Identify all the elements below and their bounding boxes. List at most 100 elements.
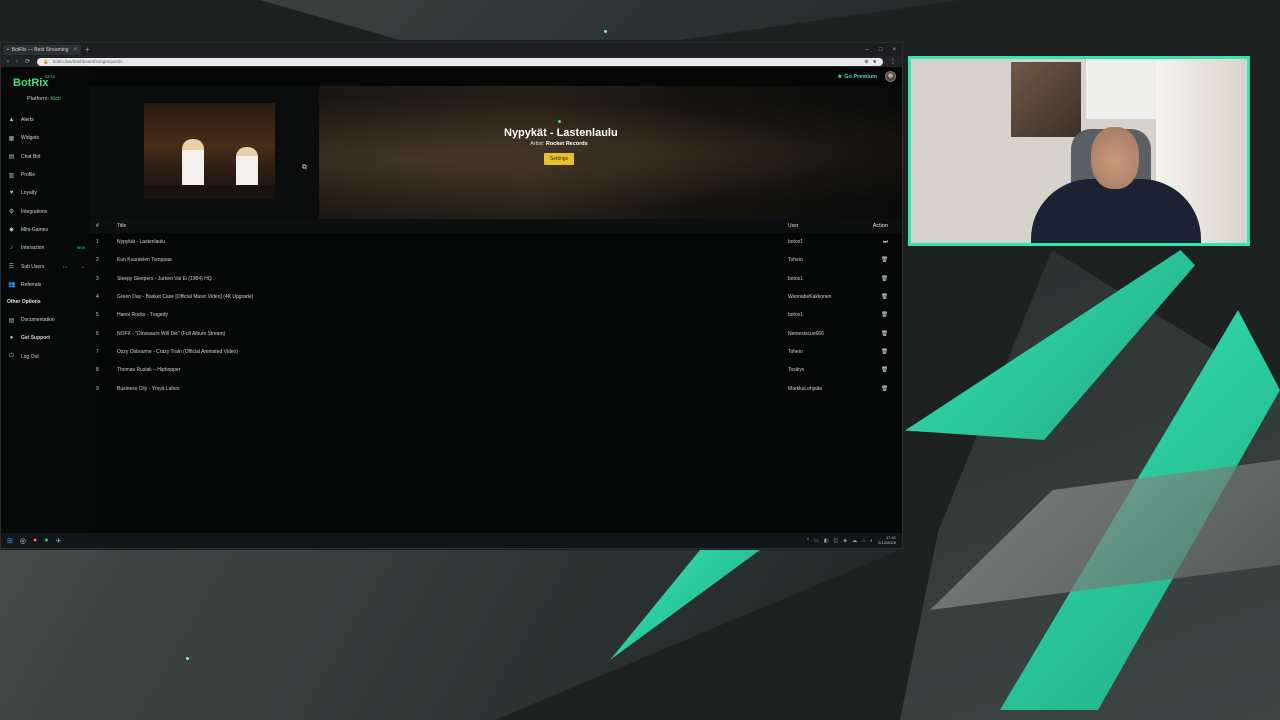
system-tray: ^ ▭ ◧ ◫ ◈ ☁ ⌂ ◐ 17:41 2/13/2025: [807, 535, 896, 545]
heart-icon: ♥: [9, 190, 14, 197]
trash-icon[interactable]: 🗑: [866, 312, 902, 318]
sidebar-item-label: Documentation: [21, 317, 55, 324]
list-icon: ☰: [8, 264, 15, 271]
trash-icon[interactable]: 🗑: [866, 349, 902, 355]
row-num: 6: [96, 330, 99, 337]
brand-logo[interactable]: BotRix: [13, 77, 48, 89]
minimize-button[interactable]: –: [866, 47, 869, 53]
new-tab-button[interactable]: +: [85, 45, 90, 54]
row-user: botox1: [788, 239, 804, 246]
trash-icon[interactable]: 🗑: [866, 257, 902, 263]
trash-icon[interactable]: 🗑: [866, 294, 902, 300]
trash-icon[interactable]: 🗑: [866, 367, 902, 373]
settings-button[interactable]: Settings: [543, 153, 575, 165]
tray-app-icon[interactable]: ◧: [824, 538, 829, 544]
install-icon[interactable]: ⊕: [864, 59, 868, 65]
steam-icon[interactable]: ◎: [20, 537, 26, 545]
trash-icon[interactable]: 🗑: [866, 386, 902, 392]
video-player[interactable]: ⧉: [89, 86, 319, 219]
table-row: 4 Green Day - Basket Case [Official Music…: [89, 288, 902, 306]
sidebar-item-label: Interaction: [21, 245, 45, 252]
browser-window: ▪ BotRix — Best Streaming × + – □ × ‹ › …: [0, 42, 903, 549]
avatar[interactable]: [885, 71, 896, 82]
sidebar-item-interaction[interactable]: ♪ Interaction NEW: [1, 239, 89, 257]
sidebar-item-referrals[interactable]: 👥 Referrals: [1, 276, 89, 294]
volume-icon[interactable]: ◐: [870, 538, 873, 544]
row-user: Toheio: [788, 257, 803, 264]
sidebar-item-get-support[interactable]: ● Get Support: [1, 329, 89, 347]
maximize-button[interactable]: □: [879, 47, 883, 53]
row-num: 7: [96, 348, 99, 355]
sidebar-item-mini-games[interactable]: ◆ Mini-Games: [1, 221, 89, 239]
network-icon[interactable]: ⌂: [862, 538, 865, 544]
trash-icon[interactable]: 🗑: [866, 331, 902, 337]
address-bar: ‹ › ⟳ 🔒 botrix.live/dashboard/songreques…: [1, 56, 902, 67]
cloud-icon[interactable]: ☁: [852, 538, 857, 544]
header-user: User: [788, 223, 799, 229]
reload-icon[interactable]: ⟳: [25, 58, 30, 65]
sidebar-item-label: Mini-Games: [21, 226, 48, 233]
now-playing-info: Nypykät - Lastenlaulu Artist: Rocket Rec…: [504, 120, 618, 165]
header-action: Action: [872, 223, 888, 229]
chevron-down-icon[interactable]: ⌄: [81, 264, 85, 270]
table-row: 8 Thomas Rusiak – Hiphopper Tosikyx 🗑: [89, 361, 902, 379]
sidebar-item-label: Widgets: [21, 135, 40, 142]
back-icon[interactable]: ‹: [7, 59, 9, 65]
telegram-icon[interactable]: ✈: [55, 537, 61, 545]
tray-overflow-icon[interactable]: ^: [807, 538, 809, 544]
platform-value: Kick: [50, 96, 61, 102]
profile-icon: ▥: [8, 172, 15, 179]
forward-icon[interactable]: ›: [16, 59, 18, 65]
sidebar-item-chat-bot[interactable]: ▤ Chat Bot: [1, 148, 89, 166]
sidebar-item-label: Get Support: [21, 335, 50, 342]
tray-app-icon[interactable]: ◈: [843, 538, 847, 544]
header-title: Title: [117, 223, 127, 229]
close-window-button[interactable]: ×: [892, 47, 896, 53]
sidebar-item-loyalty[interactable]: ♥ Loyalty: [1, 184, 89, 202]
sidebar-item-log-out[interactable]: ⏻ Log Out: [1, 348, 89, 366]
bg-dot: [186, 657, 189, 660]
sidebar-item-sub-users[interactable]: ☰ Sub Users • • ⌄: [1, 257, 89, 275]
close-tab-icon[interactable]: ×: [73, 47, 77, 53]
sidebar-item-alerts[interactable]: ▲ Alerts: [1, 111, 89, 129]
document-icon: ▤: [8, 317, 15, 324]
sidebar-item-integrations[interactable]: ⚙ Integrations: [1, 202, 89, 220]
clock[interactable]: 17:41 2/13/2025: [878, 535, 896, 545]
alert-icon: ▲: [8, 117, 15, 124]
tray-app-icon[interactable]: ◫: [834, 538, 839, 544]
new-badge: NEW: [76, 246, 85, 251]
sidebar: BotRix BETA Platform: Kick ▲ Alerts ▦ Widg…: [1, 67, 89, 539]
streamer-head: [1091, 127, 1139, 189]
song-artist: Artist: Rocket Records: [504, 141, 614, 147]
trash-icon[interactable]: 🗑: [866, 276, 902, 282]
skip-icon[interactable]: ⏭: [866, 239, 902, 246]
row-num: 4: [96, 294, 99, 301]
bg-shard: [260, 0, 960, 40]
video-frame[interactable]: [144, 103, 275, 199]
tray-app-icon[interactable]: ▭: [814, 538, 819, 544]
row-num: 1: [96, 239, 99, 246]
sidebar-item-profile[interactable]: ▥ Profile: [1, 166, 89, 184]
go-premium-button[interactable]: ★ Go Premium: [837, 74, 877, 80]
song-queue-table: # Title User Action 1 Nypykät - Lastenlau…: [89, 219, 902, 398]
beta-badge: BETA: [45, 74, 56, 79]
now-playing-hero: ⧉ Nypykät - Lastenlaulu Artist: Rocket R…: [89, 86, 902, 219]
extensions-icon[interactable]: ⋮: [890, 58, 896, 65]
start-icon[interactable]: ⊞: [7, 537, 13, 545]
os-taskbar: ⊞ ◎ ● ● ✈ ^ ▭ ◧ ◫ ◈ ☁ ⌂ ◐ 17:41 2/13/202…: [1, 533, 902, 548]
bookmark-icon[interactable]: ★: [873, 59, 877, 65]
spotify-icon[interactable]: ●: [44, 537, 48, 544]
row-title: Sleepy Sleepers - Jurkeo Vai Ei (1984) H…: [117, 275, 212, 282]
streamer-body: [1031, 179, 1201, 243]
url-field[interactable]: 🔒 botrix.live/dashboard/songrequests ⊕ ★: [37, 57, 883, 66]
browser-icon[interactable]: ●: [33, 537, 37, 544]
picture-in-picture-icon[interactable]: ⧉: [302, 164, 307, 172]
sidebar-item-label: Chat Bot: [21, 153, 41, 160]
row-title: NOFX - "Dinosaurs Will Die" (Full Album …: [117, 330, 226, 337]
sidebar-item-widgets[interactable]: ▦ Widgets: [1, 129, 89, 147]
tab-strip: ▪ BotRix — Best Streaming × + – □ ×: [1, 43, 902, 56]
row-user: MarkkuLohjalta: [788, 385, 822, 392]
browser-tab[interactable]: ▪ BotRix — Best Streaming ×: [3, 44, 81, 55]
platform-indicator: Platform: Kick: [27, 96, 61, 102]
sidebar-item-documentation[interactable]: ▤ Documentation: [1, 311, 89, 329]
